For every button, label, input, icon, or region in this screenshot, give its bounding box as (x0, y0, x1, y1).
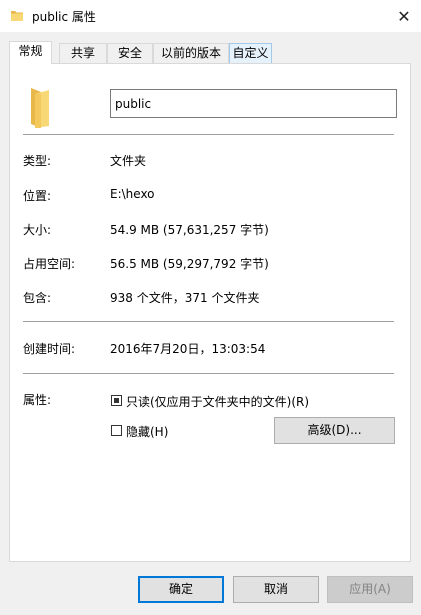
title-bar: public 属性 ✕ (0, 0, 421, 32)
close-icon: ✕ (397, 6, 411, 26)
location-value: E:\hexo (110, 187, 155, 201)
attributes-label: 属性: (23, 393, 52, 407)
location-label: 位置: (23, 189, 52, 203)
created-value: 2016年7月20日，13:03:54 (110, 342, 266, 356)
contains-value: 938 个文件，371 个文件夹 (110, 291, 260, 305)
type-label: 类型: (23, 154, 52, 168)
tab-security[interactable]: 安全 (107, 43, 153, 63)
hidden-checkbox[interactable] (111, 425, 122, 436)
ok-button[interactable]: 确定 (138, 576, 224, 603)
window-title: public 属性 (32, 10, 96, 24)
tab-customize[interactable]: 自定义 (229, 43, 272, 63)
hidden-label[interactable]: 隐藏(H) (126, 423, 168, 440)
separator (23, 321, 394, 322)
size-on-disk-value: 56.5 MB (59,297,792 字节) (110, 257, 269, 271)
folder-icon (31, 88, 49, 128)
created-label: 创建时间: (23, 342, 76, 356)
folder-name-input[interactable] (110, 89, 397, 118)
tab-sharing[interactable]: 共享 (59, 43, 107, 63)
cancel-button[interactable]: 取消 (233, 576, 319, 603)
folder-icon (11, 11, 23, 21)
readonly-label[interactable]: 只读(仅应用于文件夹中的文件)(R) (126, 393, 309, 410)
tab-previous-versions[interactable]: 以前的版本 (153, 43, 229, 63)
general-panel (9, 63, 411, 562)
separator (23, 134, 394, 135)
size-value: 54.9 MB (57,631,257 字节) (110, 223, 269, 237)
type-value: 文件夹 (110, 154, 147, 168)
readonly-checkbox[interactable] (111, 395, 122, 406)
size-on-disk-label: 占用空间: (23, 257, 76, 271)
advanced-button[interactable]: 高级(D)... (274, 417, 395, 444)
size-label: 大小: (23, 223, 52, 237)
tab-general[interactable]: 常规 (9, 41, 52, 64)
apply-button[interactable]: 应用(A) (327, 576, 413, 603)
separator (23, 373, 394, 374)
contains-label: 包含: (23, 291, 52, 305)
close-button[interactable]: ✕ (387, 0, 421, 32)
